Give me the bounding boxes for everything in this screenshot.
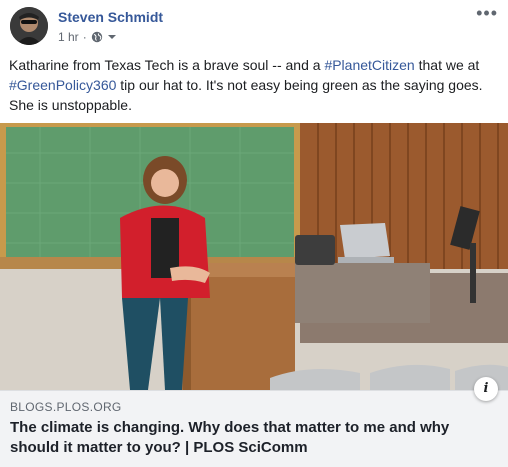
link-domain: BLOGS.PLOS.ORG (10, 400, 122, 414)
timestamp[interactable]: 1 hr (58, 30, 79, 44)
avatar[interactable] (10, 7, 48, 45)
link-title[interactable]: The climate is changing. Why does that m… (10, 418, 495, 458)
chevron-down-icon[interactable] (107, 33, 117, 41)
author-name[interactable]: Steven Schmidt (58, 9, 163, 25)
more-options-icon[interactable]: ••• (476, 4, 498, 22)
avatar-image (10, 7, 48, 45)
post-text: Katharine from Texas Tech is a brave sou… (9, 55, 499, 115)
post-photo[interactable] (0, 123, 508, 390)
hashtag-greenpolicy360[interactable]: #GreenPolicy360 (9, 77, 116, 93)
globe-icon[interactable] (91, 31, 103, 43)
link-preview[interactable]: i BLOGS.PLOS.ORG The climate is changing… (0, 377, 508, 467)
meta-separator: · (82, 30, 87, 44)
info-icon[interactable]: i (474, 377, 498, 401)
post-text-part: Katharine from Texas Tech is a brave sou… (9, 57, 325, 73)
lecture-hall-photo (0, 123, 508, 390)
feed-post: Steven Schmidt 1 hr · ••• Katharine from… (0, 0, 508, 467)
hashtag-planetcitizen[interactable]: #PlanetCitizen (324, 57, 414, 73)
post-meta: 1 hr · (58, 30, 117, 44)
post-text-part: that we at (414, 57, 480, 73)
